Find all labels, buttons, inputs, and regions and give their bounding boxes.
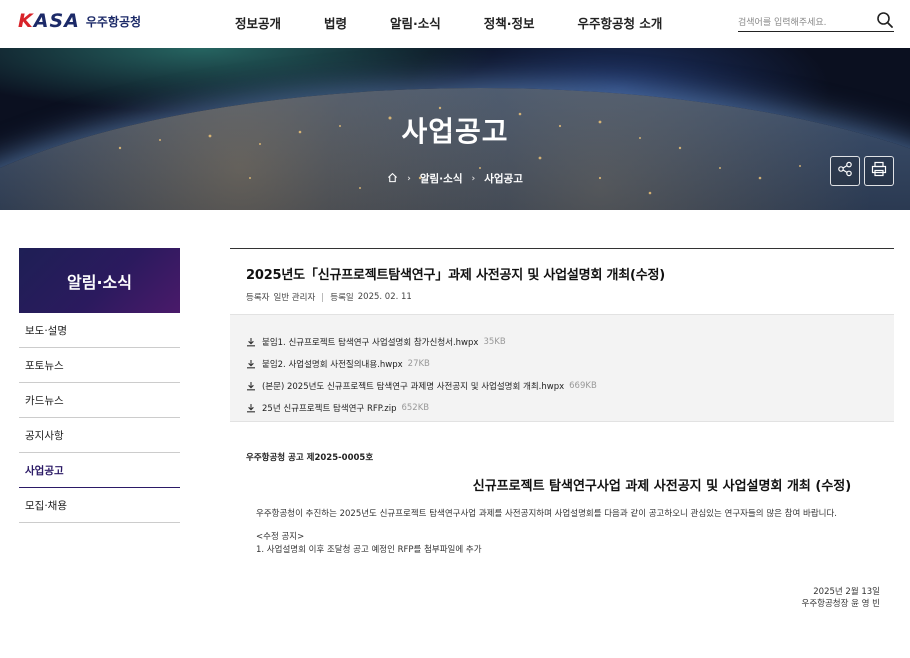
date-label: 등록일 <box>330 293 354 303</box>
share-button[interactable] <box>830 156 860 186</box>
nav-item-laws[interactable]: 법령 <box>324 13 347 32</box>
article-header: 2025년도「신규프로젝트탐색연구」과제 사전공지 및 사업설명회 개최(수정)… <box>230 248 894 314</box>
meta-divider <box>322 292 324 302</box>
revision-item: 1. 사업설명회 이후 조달청 공고 예정인 RFP를 첨부파일에 추가 <box>256 545 482 555</box>
nav-item-about[interactable]: 우주항공청 소개 <box>578 13 663 32</box>
attachment-size: 35KB <box>483 337 506 347</box>
sidebar-item-business-announcements[interactable]: 사업공고 <box>19 453 180 488</box>
post-date: 2025. 02. 11 <box>357 292 412 302</box>
search-icon[interactable] <box>876 11 894 29</box>
body-paragraph: 우주항공청이 추진하는 2025년도 신규프로젝트 탐색연구사업 과제를 사전공… <box>256 509 837 519</box>
download-icon <box>247 382 255 391</box>
home-icon[interactable] <box>387 172 398 186</box>
article: 2025년도「신규프로젝트탐색연구」과제 사전공지 및 사업설명회 개최(수정)… <box>230 248 894 609</box>
print-icon <box>871 161 887 181</box>
site-logo[interactable]: KASA 우주항공청 <box>18 10 141 32</box>
revision-heading: <수정 공지> <box>256 532 305 542</box>
print-button[interactable] <box>864 156 894 186</box>
sidebar-item-press[interactable]: 보도·설명 <box>19 313 180 348</box>
breadcrumb: › 알림·소식 › 사업공고 <box>0 171 910 186</box>
attachment-name: 붙임2. 사업설명회 사전질의내용.hwpx <box>262 360 403 370</box>
logo-text: 우주항공청 <box>85 14 142 29</box>
chevron-right-icon: › <box>407 173 411 184</box>
sign-name: 우주항공청장 윤 영 빈 <box>801 599 881 609</box>
logo-mark: KASA <box>18 10 80 32</box>
attachment-list: 붙임1. 신규프로젝트 탐색연구 사업설명회 참가신청서.hwpx 35KB 붙… <box>230 314 894 422</box>
sidebar-item-recruitment[interactable]: 모집·채용 <box>19 488 180 523</box>
article-title: 2025년도「신규프로젝트탐색연구」과제 사전공지 및 사업설명회 개최(수정) <box>246 268 666 283</box>
attachment-item[interactable]: (본문) 2025년도 신규프로젝트 탐색연구 과제명 사전공지 및 사업설명회… <box>246 375 894 397</box>
signature-block: 2025년 2월 13일 우주항공청장 윤 영 빈 <box>802 586 881 610</box>
search-input[interactable] <box>738 13 868 33</box>
sidebar-title: 알림·소식 <box>19 248 180 313</box>
nav-item-news[interactable]: 알림·소식 <box>390 13 441 32</box>
page-title: 사업공고 <box>401 115 509 148</box>
nav-item-info-disclosure[interactable]: 정보공개 <box>235 13 281 32</box>
sidebar-item-notices[interactable]: 공지사항 <box>19 418 180 453</box>
sidebar-item-photo-news[interactable]: 포토뉴스 <box>19 348 180 383</box>
article-body: 우주항공청이 추진하는 2025년도 신규프로젝트 탐색연구사업 과제를 사전공… <box>246 508 880 557</box>
chevron-right-icon: › <box>471 173 476 184</box>
revision-notice: <수정 공지> 1. 사업설명회 이후 조달청 공고 예정인 RFP를 첨부파일… <box>246 531 880 557</box>
share-icon <box>837 161 853 181</box>
breadcrumb-item-current[interactable]: 사업공고 <box>484 171 523 186</box>
attachment-item[interactable]: 붙임1. 신규프로젝트 탐색연구 사업설명회 참가신청서.hwpx 35KB <box>246 331 894 353</box>
attachment-item[interactable]: 붙임2. 사업설명회 사전질의내용.hwpx 27KB <box>246 353 894 375</box>
site-header: KASA 우주항공청 정보공개 법령 알림·소식 정책·정보 우주항공청 소개 <box>0 0 910 48</box>
attachment-name: (본문) 2025년도 신규프로젝트 탐색연구 과제명 사전공지 및 사업설명회… <box>262 382 565 392</box>
notice-title: 신규프로젝트 탐색연구사업 과제 사전공지 및 사업설명회 개최 (수정) <box>472 479 852 494</box>
attachment-name: 25년 신규프로젝트 탐색연구 RFP.zip <box>262 404 397 414</box>
nav-item-policy[interactable]: 정책·정보 <box>484 13 535 32</box>
attachment-size: 652KB <box>401 403 430 413</box>
attachment-size: 669KB <box>569 381 597 391</box>
sidebar-item-card-news[interactable]: 카드뉴스 <box>19 383 180 418</box>
attachment-item[interactable]: 25년 신규프로젝트 탐색연구 RFP.zip 652KB <box>246 397 894 419</box>
page-banner: 사업공고 › 알림·소식 › 사업공고 <box>0 48 910 210</box>
author-name: 일반 관리자 <box>273 293 316 303</box>
sign-date: 2025년 2월 13일 <box>813 587 880 597</box>
attachment-size: 27KB <box>407 359 430 369</box>
download-icon <box>247 360 255 369</box>
download-icon <box>247 404 255 413</box>
download-icon <box>247 338 255 347</box>
sidebar-menu: 보도·설명 포토뉴스 카드뉴스 공지사항 사업공고 모집·채용 <box>19 313 180 523</box>
attachment-name: 붙임1. 신규프로젝트 탐색연구 사업설명회 참가신청서.hwpx <box>262 338 479 348</box>
article-meta: 등록자 일반 관리자 등록일 2025. 02. 11 <box>246 291 894 303</box>
search-box <box>738 10 894 33</box>
main-nav: 정보공개 법령 알림·소식 정책·정보 우주항공청 소개 <box>235 13 662 32</box>
author-label: 등록자 <box>246 293 270 303</box>
breadcrumb-item-news[interactable]: 알림·소식 <box>420 171 463 186</box>
notice-number: 우주항공청 공고 제2025-0005호 <box>246 453 374 463</box>
